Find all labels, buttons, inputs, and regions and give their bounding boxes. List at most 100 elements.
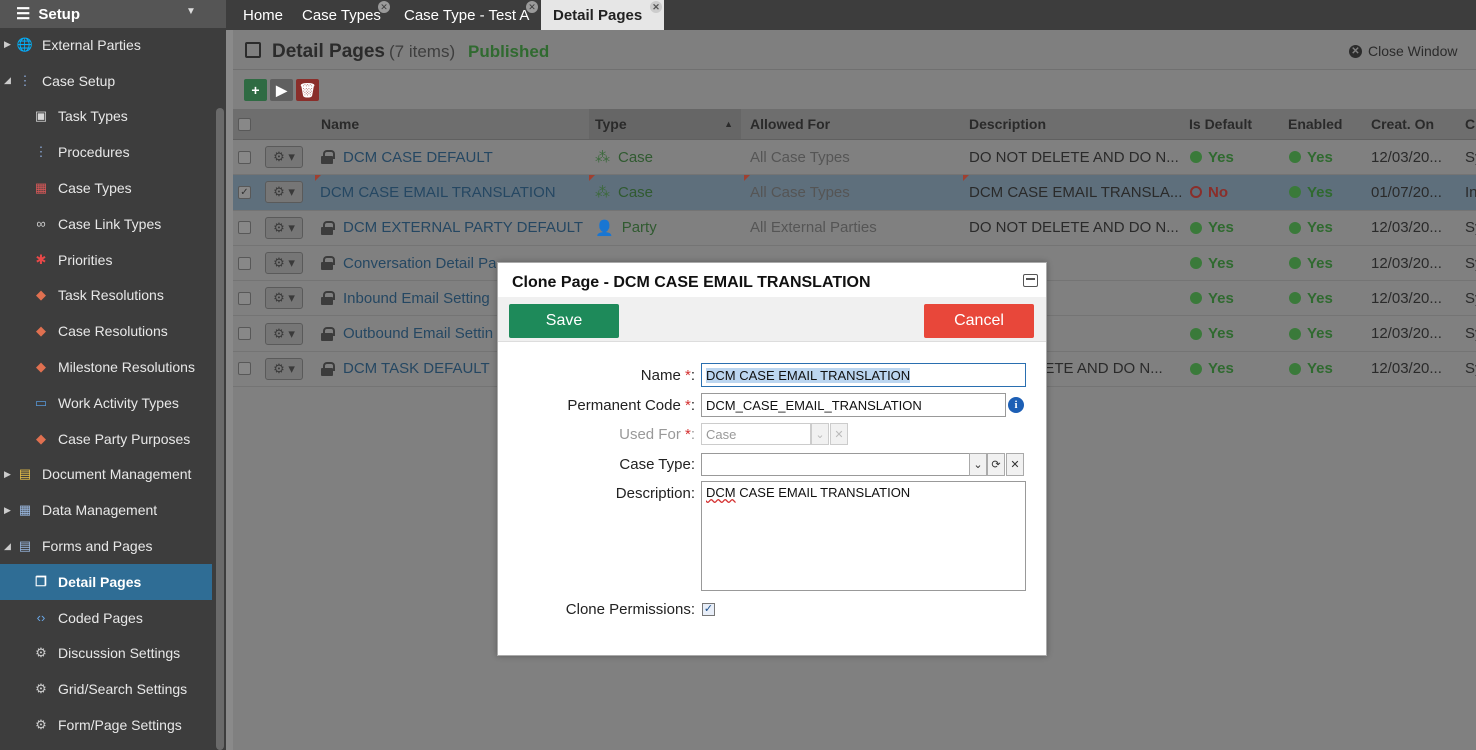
clone-permissions-checkbox[interactable]: ✓ [702, 603, 715, 616]
sidebar-item-form-page-settings[interactable]: ⚙ Form/Page Settings [0, 707, 212, 743]
table-row[interactable]: ⚙ ▾ DCM CASE DEFAULT ⁂ Case All Case Types DO… [233, 140, 1476, 176]
row-checkbox[interactable] [238, 211, 251, 245]
colon: : [690, 397, 695, 414]
row-checkbox[interactable] [238, 352, 251, 386]
tab-case-types[interactable]: Case Types ✕ [290, 0, 392, 30]
circle-filled-icon [1190, 327, 1202, 340]
name-value: DCM CASE EMAIL TRANSLATION [706, 367, 911, 383]
delete-button[interactable]: 🗑 [296, 79, 319, 101]
expand-arrow-icon[interactable]: ▶ [4, 469, 11, 480]
close-window-button[interactable]: ✕ Close Window [1349, 43, 1457, 59]
select-all-checkbox[interactable] [238, 109, 251, 139]
sidebar-item-detail-pages[interactable]: ❐ Detail Pages [0, 563, 212, 600]
column-header-created-on[interactable]: Creat. On [1371, 109, 1434, 139]
name-cell[interactable]: Conversation Detail Pa [321, 246, 496, 280]
permanent-code-field[interactable]: DCM_CASE_EMAIL_TRANSLATION [701, 393, 1006, 417]
cancel-button[interactable]: Cancel [924, 304, 1034, 338]
row-actions[interactable]: ⚙ ▾ [265, 175, 303, 209]
row-actions[interactable]: ⚙ ▾ [265, 352, 303, 386]
sidebar-title: Setup [38, 5, 81, 23]
sidebar-item-task-resolutions[interactable]: ◆ Task Resolutions [0, 278, 212, 314]
sidebar-item-case-link-types[interactable]: ∞ Case Link Types [0, 206, 212, 242]
sidebar-item-coded-pages[interactable]: ‹› Coded Pages [0, 600, 212, 636]
column-header-name[interactable]: Name [321, 109, 359, 139]
is-default-cell: Yes [1190, 316, 1234, 350]
gear-menu-icon: ⚙ ▾ [265, 322, 303, 345]
row-actions[interactable]: ⚙ ▾ [265, 211, 303, 245]
tab-home[interactable]: Home [231, 0, 291, 30]
name-cell[interactable]: DCM CASE DEFAULT [321, 140, 493, 174]
chevron-down-icon[interactable]: ⌄ [969, 453, 987, 476]
info-icon[interactable]: i [1008, 397, 1024, 413]
sidebar-item-forms-and-pages[interactable]: ◢ ▤ Forms and Pages [0, 528, 212, 564]
clear-icon[interactable]: ✕ [1006, 453, 1024, 476]
tab-detail-pages[interactable]: Detail Pages ✕ [541, 0, 664, 30]
row-checkbox[interactable]: ✓ [238, 175, 251, 209]
table-row[interactable]: ✓ ⚙ ▾ DCM CASE EMAIL TRANSLATION ⁂ Case All C… [233, 175, 1476, 211]
maximize-icon[interactable] [1023, 274, 1038, 287]
description-textarea[interactable]: DCM CASE EMAIL TRANSLATION [701, 481, 1026, 591]
sidebar-item-case-party-purposes[interactable]: ◆ Case Party Purposes [0, 421, 212, 457]
column-header-is-default[interactable]: Is Default [1189, 109, 1252, 139]
column-header-allowed-for[interactable]: Allowed For [750, 109, 830, 139]
tab-case-type-test-a[interactable]: Case Type - Test A ✕ [392, 0, 540, 30]
row-actions[interactable]: ⚙ ▾ [265, 316, 303, 350]
sidebar-item-procedures[interactable]: ⋮ Procedures [0, 134, 212, 170]
row-checkbox[interactable] [238, 140, 251, 174]
created-on-cell: 12/03/20... [1371, 246, 1442, 280]
column-header-type-label: Type [595, 116, 627, 132]
sidebar-item-milestone-resolutions[interactable]: ◆ Milestone Resolutions [0, 349, 212, 385]
column-header-creator[interactable]: Cr [1465, 109, 1476, 139]
sidebar-header[interactable]: ☰ Setup ▼ [0, 0, 226, 28]
creator-cell: Sy [1465, 316, 1476, 350]
name-cell[interactable]: DCM EXTERNAL PARTY DEFAULT [321, 211, 583, 245]
column-header-type[interactable]: Type ▲ [589, 109, 741, 139]
sidebar-item-case-setup[interactable]: ◢ ⋮ Case Setup [0, 63, 212, 99]
row-actions[interactable]: ⚙ ▾ [265, 246, 303, 280]
column-header-enabled[interactable]: Enabled [1288, 109, 1342, 139]
collapse-arrow-icon[interactable]: ◢ [4, 75, 11, 86]
save-button[interactable]: Save [509, 304, 619, 338]
sidebar-scrollbar[interactable] [216, 108, 224, 750]
close-tab-icon[interactable]: ✕ [650, 1, 662, 13]
sidebar-item-external-parties[interactable]: ▶ 🌐 External Parties [0, 27, 212, 63]
row-actions[interactable]: ⚙ ▾ [265, 140, 303, 174]
sidebar-item-data-management[interactable]: ▶ ▦ Data Management [0, 492, 212, 528]
name-cell[interactable]: DCM CASE EMAIL TRANSLATION [320, 175, 556, 209]
creator-cell: Sy [1465, 140, 1476, 174]
folder-icon: ▤ [18, 466, 32, 482]
sidebar-item-grid-search-settings[interactable]: ⚙ Grid/Search Settings [0, 671, 212, 707]
sidebar-item-case-types[interactable]: ▦ Case Types [0, 170, 212, 206]
sidebar-item-case-resolutions[interactable]: ◆ Case Resolutions [0, 313, 212, 349]
name-cell[interactable]: DCM TASK DEFAULT [321, 352, 490, 386]
name-cell[interactable]: Inbound Email Setting [321, 281, 490, 315]
expand-arrow-icon[interactable]: ▶ [4, 39, 11, 50]
run-button[interactable]: ▶ [270, 79, 293, 101]
close-tab-icon[interactable]: ✕ [378, 1, 390, 13]
sidebar-item-discussion-settings[interactable]: ⚙ Discussion Settings [0, 636, 212, 672]
row-checkbox[interactable] [238, 316, 251, 350]
sidebar-item-priorities[interactable]: ✱ Priorities [0, 242, 212, 278]
circle-filled-icon [1289, 186, 1301, 199]
name-cell[interactable]: Outbound Email Settin [321, 316, 493, 350]
sidebar-item-label: Data Management [42, 502, 158, 519]
permanent-code-label: Permanent Code *: [498, 397, 695, 414]
table-row[interactable]: ⚙ ▾ DCM EXTERNAL PARTY DEFAULT 👤 Party All E… [233, 211, 1476, 246]
add-button[interactable]: + [244, 79, 267, 101]
sidebar-item-document-management[interactable]: ▶ ▤ Document Management [0, 457, 212, 493]
refresh-icon[interactable]: ⟳ [987, 453, 1005, 476]
column-header-description[interactable]: Description [969, 109, 1046, 139]
row-checkbox[interactable] [238, 281, 251, 315]
collapse-arrow-icon[interactable]: ◢ [4, 541, 11, 552]
sidebar-item-work-activity-types[interactable]: ▭ Work Activity Types [0, 385, 212, 421]
expand-arrow-icon[interactable]: ▶ [4, 505, 11, 516]
case-type-select[interactable] [701, 453, 970, 476]
sidebar-item-task-types[interactable]: ▣ Task Types [0, 99, 212, 135]
close-tab-icon[interactable]: ✕ [526, 1, 538, 13]
row-actions[interactable]: ⚙ ▾ [265, 281, 303, 315]
box-icon: ▣ [34, 108, 48, 124]
description-cell: DO NOT DELETE AND DO N... [969, 211, 1179, 245]
name-field[interactable]: DCM CASE EMAIL TRANSLATION [701, 363, 1026, 387]
row-checkbox[interactable] [238, 246, 251, 280]
clone-permissions-label: Clone Permissions: [565, 601, 695, 618]
